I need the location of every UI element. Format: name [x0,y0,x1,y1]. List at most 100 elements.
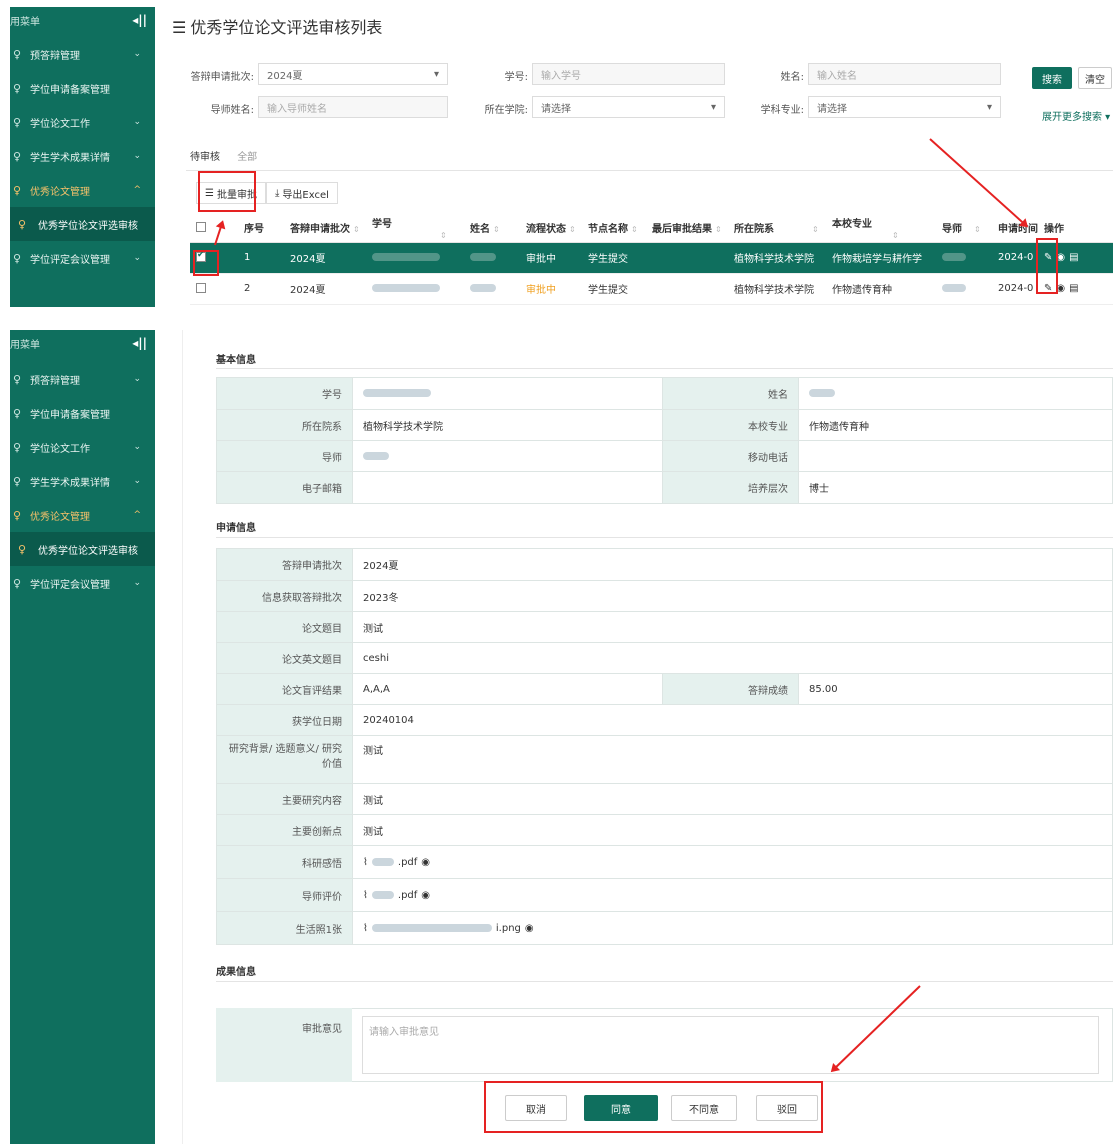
select-all-checkbox[interactable] [196,222,206,233]
form-row: 论文盲评结果 A,A,A 答辩成绩 85.00 [216,673,1113,705]
edit-icon[interactable]: ✎ [1044,252,1052,263]
sidebar-item-predefense[interactable]: ♀ 预答辩管理 ⌄ [10,37,155,71]
sidebar-subitem-review[interactable]: ♀ 优秀学位论文评选审核 [10,532,155,566]
user-icon: ♀ [18,542,27,556]
label-innovation: 主要创新点 [216,814,353,846]
select-all-cell [190,214,238,243]
col-status[interactable]: 流程状态 ⇕ [520,214,582,243]
chevron-down-icon: ⌄ [133,476,141,486]
sort-icon: ⇕ [569,225,576,235]
cell-tutor [936,242,992,274]
row-select-cell [190,273,238,305]
cell-time: 2024-0 [992,273,1038,305]
search-button[interactable]: 搜索 [1032,67,1072,89]
opinion-placeholder: 请输入审批意见 [369,1027,439,1038]
row-checkbox[interactable] [196,250,206,262]
sidebar-item-meeting[interactable]: ♀ 学位评定会议管理 ⌄ [10,566,155,600]
value-background: 测试 [352,735,1113,784]
section-title-basic: 基本信息 [216,355,256,366]
table-row[interactable]: 1 2024夏 审批中 学生提交 植物科学技术学院 作物栽培学与耕作学 2024… [190,242,1113,274]
eye-icon[interactable]: ◉ [525,923,534,934]
form-row: 所在院系 植物科学技术学院 本校专业 作物遗传育种 [216,409,1113,441]
eye-icon[interactable]: ◉ [421,890,430,901]
sidebar-item-thesis-work[interactable]: ♀ 学位论文工作 ⌄ [10,105,155,139]
list-icon: ☰ [205,187,214,199]
user-icon: ♀ [12,576,22,590]
batch-approve-button[interactable]: ☰ 批量审批 [196,182,266,204]
file-link[interactable]: ⌇ .pdf ◉ [363,890,430,901]
form-row: 信息获取答辩批次 2023冬 [216,580,1113,612]
section-divider [216,368,1113,369]
value-tutor [352,440,663,472]
eye-icon[interactable]: ◉ [1056,283,1065,294]
row-checkbox[interactable] [196,283,206,293]
collapse-icon[interactable]: ◂|| [132,336,147,350]
value-major: 作物遗传育种 [798,409,1113,441]
batch-select[interactable]: 2024夏 ▾ [258,63,448,85]
disagree-button[interactable]: 不同意 [671,1095,737,1121]
name-input[interactable]: 输入姓名 [808,63,1001,85]
file-link[interactable]: ⌇ .pdf ◉ [363,857,430,868]
reject-button[interactable]: 驳回 [756,1095,818,1121]
major-select[interactable]: 请选择 ▾ [808,96,1001,118]
paperclip-icon: ⌇ [363,922,368,934]
opinion-textarea[interactable]: 请输入审批意见 [362,1016,1099,1074]
sidebar-item-degree-apply[interactable]: ♀ 学位申请备案管理 [10,396,155,430]
eye-icon[interactable]: ◉ [421,857,430,868]
collapse-icon[interactable]: ◂|| [132,13,147,27]
sidebar-item-label: 学位评定会议管理 [30,579,110,591]
document-icon[interactable]: ▤ [1069,283,1078,294]
sidebar-item-achievements[interactable]: ♀ 学生学术成果详情 ⌄ [10,139,155,173]
redacted-text [942,253,966,261]
col-batch[interactable]: 答辩申请批次 ⇕ [284,214,366,243]
college-select-value: 请选择 [541,103,571,115]
list-icon: ☰ [172,18,187,37]
col-college[interactable]: 所在院系 ⇕ [728,214,826,243]
redacted-text [371,858,394,866]
form-row: 导师 移动电话 [216,440,1113,472]
sidebar-item-predefense[interactable]: ♀ 预答辩管理 ⌄ [10,362,155,396]
redacted-text [372,284,440,292]
tab-pending[interactable]: 待审核 [190,152,220,163]
tab-all[interactable]: 全部 [237,152,257,163]
xuehao-input[interactable]: 输入学号 [532,63,725,85]
user-icon: ♀ [12,474,22,488]
col-tutor[interactable]: 导师 ⇕ [936,214,992,243]
clear-button[interactable]: 清空 [1078,67,1112,89]
form-row: 电子邮箱 培养层次 博士 [216,471,1113,504]
sidebar-item-meeting[interactable]: ♀ 学位评定会议管理 ⌄ [10,241,155,275]
sidebar-header: 用菜单 ◂|| [10,7,155,33]
col-xuehao[interactable]: 学号 ⇕ [366,214,464,243]
sort-icon: ⇕ [892,230,899,240]
sidebar-item-degree-apply[interactable]: ♀ 学位申请备案管理 [10,71,155,105]
sidebar-item-excellent-thesis[interactable]: ♀ 优秀论文管理 ^ [10,173,155,207]
value-xuehao [352,377,663,410]
table-row[interactable]: 2 2024夏 审批中 学生提交 植物科学技术学院 作物遗传育种 2024-0 … [190,273,1113,305]
tutor-input[interactable]: 输入导师姓名 [258,96,448,118]
col-result[interactable]: 最后审批结果 ⇕ [646,214,728,243]
document-icon[interactable]: ▤ [1069,252,1078,263]
col-status-label: 流程状态 [526,224,566,236]
agree-button[interactable]: 同意 [584,1095,658,1121]
sidebar-item-label: 学位论文工作 [30,443,90,455]
redacted-text [372,253,440,261]
col-node[interactable]: 节点名称 ⇕ [582,214,646,243]
col-name[interactable]: 姓名 ⇕ [464,214,520,243]
college-select[interactable]: 请选择 ▾ [532,96,725,118]
sidebar-subitem-review[interactable]: ♀ 优秀学位论文评选审核 [10,207,155,241]
file-link[interactable]: ⌇ i.png ◉ [363,923,534,934]
sidebar-item-thesis-work[interactable]: ♀ 学位论文工作 ⌄ [10,430,155,464]
expand-more-search-link[interactable]: 展开更多搜索 ▾ [1042,108,1110,123]
form-row: 学号 姓名 [216,377,1113,410]
eye-icon[interactable]: ◉ [1056,252,1065,263]
form-row: 科研感悟 ⌇ .pdf ◉ [216,845,1113,879]
chevron-down-icon: ⌄ [133,151,141,161]
sidebar-item-achievements[interactable]: ♀ 学生学术成果详情 ⌄ [10,464,155,498]
sidebar-item-excellent-thesis[interactable]: ♀ 优秀论文管理 ^ [10,498,155,532]
cancel-button[interactable]: 取消 [505,1095,567,1121]
export-excel-button[interactable]: ⤓ 导出Excel [266,182,338,204]
col-major[interactable]: 本校专业 ⇕ [826,214,936,243]
edit-icon[interactable]: ✎ [1044,283,1052,294]
value-innovation: 测试 [352,814,1113,846]
label-content: 主要研究内容 [216,783,353,815]
